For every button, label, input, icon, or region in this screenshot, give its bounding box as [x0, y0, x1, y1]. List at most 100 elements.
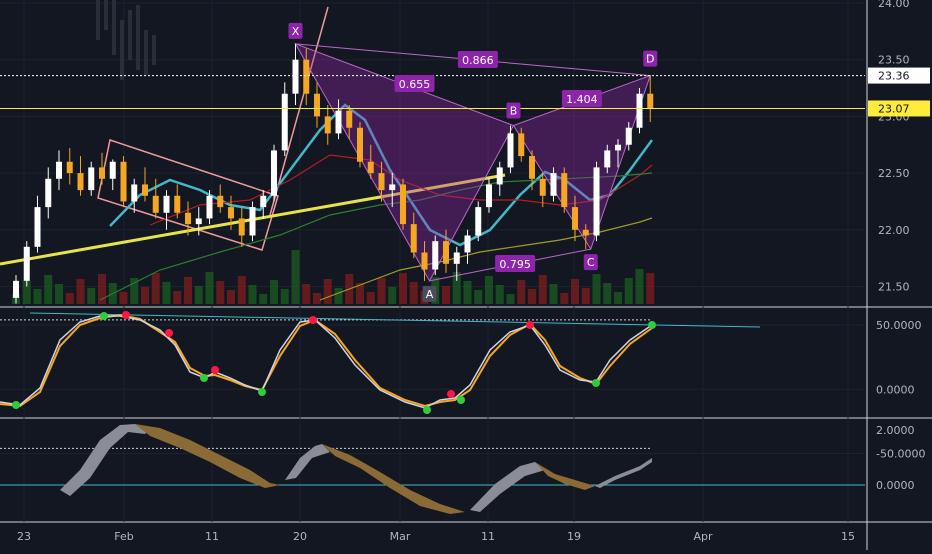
candle-body	[260, 195, 267, 208]
candle-body	[647, 93, 654, 109]
volume-bar	[474, 290, 483, 304]
volume-bar	[280, 289, 289, 304]
volume-bar	[205, 272, 214, 304]
crossover-marker	[200, 374, 208, 382]
volume-bar	[65, 293, 74, 304]
candle-body	[174, 195, 181, 213]
candle-body	[292, 59, 299, 94]
candle-body	[206, 195, 213, 219]
volume-bar	[119, 292, 128, 304]
volume-bar	[614, 292, 622, 304]
candle-body	[389, 184, 396, 191]
volume-bar	[581, 288, 590, 304]
candle-body	[131, 184, 138, 202]
candle-body	[550, 173, 557, 196]
crossover-marker	[592, 379, 600, 387]
candle-body	[582, 229, 589, 236]
chart-background	[0, 0, 932, 550]
oscillator-tick-label: -50.0000	[876, 448, 925, 461]
candle-body	[217, 195, 224, 208]
candle-body	[475, 207, 482, 236]
crossover-marker	[648, 321, 656, 329]
candle-body	[625, 127, 632, 145]
ghost-candle	[96, 0, 100, 40]
ghost-candle	[128, 10, 132, 60]
trading-chart[interactable]: 24.00 23.50 23.00 22.50 22.00 21.50 23.36 23.07…	[0, 0, 932, 550]
oscillator-tick-label: 0.0000	[876, 383, 915, 396]
time-tick-label: 11	[481, 530, 495, 543]
pattern-point-label: X	[292, 25, 300, 38]
candle-body	[539, 178, 546, 196]
candle-body	[346, 110, 353, 128]
ratio-label: 0.866	[462, 54, 494, 67]
candle-body	[400, 184, 406, 225]
volume-bar	[409, 282, 418, 304]
volume-bar	[313, 293, 321, 304]
crossover-marker	[309, 316, 317, 324]
volume-bar	[33, 289, 42, 304]
candle-body	[593, 167, 600, 236]
candle-body	[432, 241, 439, 270]
candle-body	[88, 167, 95, 191]
candle-body	[314, 93, 320, 117]
volume-bar	[646, 273, 655, 304]
candle-body	[228, 207, 234, 219]
ratio-label: 0.655	[399, 78, 431, 91]
candle-body	[185, 212, 191, 225]
time-tick-label: Apr	[693, 530, 713, 543]
candle-body	[45, 178, 52, 208]
volume-bar	[141, 287, 149, 304]
candle-body	[496, 167, 503, 185]
price-tick-label: 22.50	[878, 167, 910, 180]
volume-bar	[549, 284, 558, 304]
candle-body	[56, 161, 62, 179]
volume-bar	[248, 285, 257, 304]
volume-bar	[270, 280, 278, 304]
volume-bar	[528, 289, 536, 304]
time-tick-label: 19	[567, 530, 581, 543]
volume-bar	[388, 287, 397, 304]
pattern-point-label: C	[587, 256, 595, 269]
candle-body	[421, 252, 428, 270]
pattern-point-label: B	[510, 104, 518, 117]
volume-bar	[55, 284, 63, 304]
volume-bar	[571, 279, 579, 304]
volume-bar	[44, 275, 53, 304]
ratio-label: 0.795	[499, 258, 531, 271]
volume-bar	[485, 276, 493, 304]
ghost-candle	[112, 0, 116, 55]
volume-bar	[377, 278, 386, 304]
volume-bar	[624, 278, 633, 304]
ghost-candle	[104, 0, 108, 30]
volume-bar	[442, 286, 450, 304]
volume-bar	[194, 286, 203, 304]
volume-bar	[334, 288, 343, 304]
chart-canvas[interactable]: 24.0023.5023.0022.5022.0021.5023.3623.07…	[0, 0, 932, 550]
candle-body	[13, 280, 19, 298]
ratio-label: 1.404	[566, 93, 598, 106]
candle-body	[464, 235, 471, 253]
volume-bar	[323, 279, 332, 304]
crossover-marker	[457, 396, 465, 404]
time-tick-label: Feb	[114, 530, 133, 543]
oscillator-tick-label: 50.0000	[876, 319, 922, 332]
volume-bar	[635, 269, 644, 304]
volume-bar	[237, 276, 246, 304]
volume-bar	[173, 291, 182, 304]
candle-body	[378, 173, 385, 191]
volume-bar	[538, 275, 547, 304]
candle-body	[281, 93, 288, 151]
candle-body	[518, 133, 525, 157]
price-tick-label: 23.50	[878, 54, 910, 67]
price-line-label: 23.07	[878, 102, 910, 115]
candle-body	[453, 252, 460, 264]
volume-bar	[506, 294, 515, 304]
crossover-marker	[12, 401, 20, 409]
candle-body	[34, 207, 41, 247]
candle-body	[486, 184, 492, 208]
candle-body	[561, 173, 568, 208]
volume-bar	[227, 290, 235, 304]
crossover-marker	[211, 366, 219, 374]
crossover-marker	[122, 311, 130, 319]
volume-bar	[291, 250, 300, 304]
